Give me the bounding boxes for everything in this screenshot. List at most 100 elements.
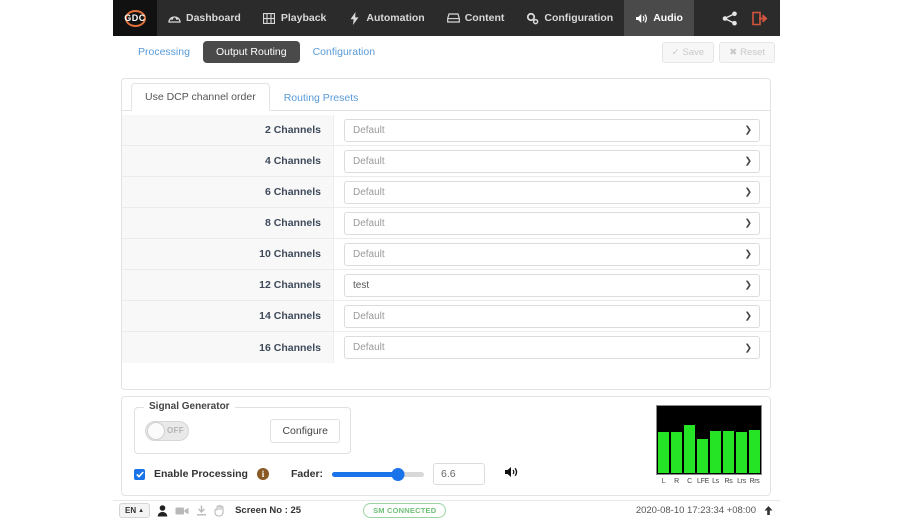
nav-item-content[interactable]: Content	[436, 0, 516, 36]
card-tab-bar: Use DCP channel order Routing Presets	[122, 79, 770, 111]
channel-field: Default ❯	[334, 146, 770, 176]
logout-icon[interactable]	[746, 0, 774, 36]
vu-level	[710, 431, 721, 473]
sub-navigation: Processing Output Routing Configuration …	[113, 38, 780, 66]
app-root: GDC Dashboard Playback Automation	[0, 0, 924, 520]
vu-level	[658, 432, 669, 473]
status-badge: SM CONNECTED	[363, 503, 446, 518]
routing-select-4-channels[interactable]: Default ❯	[344, 150, 760, 173]
channel-label: 2 Channels	[122, 115, 334, 145]
routing-select-14-channels[interactable]: Default ❯	[344, 305, 760, 328]
fader-label: Fader:	[291, 468, 323, 480]
nav-label-playback: Playback	[281, 12, 327, 24]
card-tab-use-dcp-channel-order[interactable]: Use DCP channel order	[131, 83, 270, 111]
signal-generator-group: Signal Generator OFF Configure	[134, 407, 351, 454]
vu-level	[749, 430, 760, 473]
vu-bar-c	[684, 407, 695, 473]
routing-select-12-channels[interactable]: test ❯	[344, 274, 760, 297]
routing-select-16-channels[interactable]: Default ❯	[344, 336, 760, 359]
vu-meter-labels: L R C LFE Ls Rs Lrs Rrs	[658, 478, 760, 485]
audio-controls-panel: Signal Generator OFF Configure Enable Pr…	[121, 396, 771, 496]
routing-select-10-channels[interactable]: Default ❯	[344, 243, 760, 266]
table-row: 4 Channels Default ❯	[122, 146, 770, 177]
nav-label-audio: Audio	[653, 12, 683, 24]
nav-label-content: Content	[465, 12, 505, 24]
card-tab-routing-presets[interactable]: Routing Presets	[270, 84, 373, 111]
subtab-configuration[interactable]: Configuration	[300, 41, 388, 63]
vu-label-c: C	[684, 478, 695, 485]
slider-thumb[interactable]	[392, 468, 405, 481]
chevron-down-icon: ❯	[744, 188, 752, 197]
vu-label-ls: Ls	[710, 478, 721, 485]
signal-generator-toggle[interactable]: OFF	[145, 421, 189, 441]
channel-field: test ❯	[334, 270, 770, 300]
routing-select-value: Default	[353, 311, 385, 322]
chevron-down-icon: ❯	[744, 219, 752, 228]
channel-field: Default ❯	[334, 208, 770, 238]
output-routing-card: Use DCP channel order Routing Presets 2 …	[121, 78, 771, 390]
subtab-output-routing[interactable]: Output Routing	[203, 41, 300, 63]
toggle-state-label: OFF	[167, 426, 184, 435]
routing-select-value: Default	[353, 249, 385, 260]
arrow-up-icon[interactable]	[763, 505, 774, 516]
channel-label: 8 Channels	[122, 208, 334, 238]
chevron-down-icon: ❯	[744, 343, 752, 352]
routing-select-2-channels[interactable]: Default ❯	[344, 119, 760, 142]
vu-level	[671, 432, 682, 473]
table-row: 12 Channels test ❯	[122, 270, 770, 301]
routing-select-8-channels[interactable]: Default ❯	[344, 212, 760, 235]
volume-icon[interactable]	[504, 465, 519, 483]
navbar-actions	[716, 0, 780, 36]
table-row: 2 Channels Default ❯	[122, 115, 770, 146]
configure-button[interactable]: Configure	[270, 419, 340, 443]
vu-label-r: R	[671, 478, 682, 485]
vu-label-lrs: Lrs	[736, 478, 747, 485]
user-icon[interactable]	[157, 505, 168, 517]
nav-item-audio[interactable]: Audio	[624, 0, 694, 36]
nav-item-dashboard[interactable]: Dashboard	[157, 0, 252, 36]
status-bar: EN ▲ Screen No : 25 SM CONNECTED 2020-08…	[113, 500, 780, 520]
routing-select-6-channels[interactable]: Default ❯	[344, 181, 760, 204]
share-icon[interactable]	[716, 0, 744, 36]
nav-item-automation[interactable]: Automation	[337, 0, 435, 36]
reset-button[interactable]: ✖ Reset	[719, 42, 775, 63]
slider-fill	[332, 472, 398, 477]
channel-field: Default ❯	[334, 177, 770, 207]
timestamp: 2020-08-10 17:23:34 +08:00	[636, 505, 756, 516]
panel-left-section: Signal Generator OFF Configure Enable Pr…	[122, 397, 648, 495]
caret-up-icon: ▲	[138, 508, 144, 514]
check-icon: ✓	[672, 47, 680, 58]
screen-number: Screen No : 25	[235, 505, 301, 516]
vu-meter-bars	[656, 405, 762, 475]
nav-item-configuration[interactable]: Configuration	[515, 0, 624, 36]
camera-icon[interactable]	[175, 506, 189, 516]
brand-logo[interactable]: GDC	[113, 0, 157, 36]
enable-processing-label: Enable Processing	[154, 468, 248, 480]
subtab-processing[interactable]: Processing	[125, 41, 203, 63]
vu-meter: L R C LFE Ls Rs Lrs Rrs	[648, 397, 770, 495]
vu-level	[697, 439, 708, 473]
nav-item-playback[interactable]: Playback	[252, 0, 338, 36]
info-icon[interactable]: i	[257, 468, 269, 480]
download-icon[interactable]	[196, 505, 207, 516]
brand-text: GDC	[124, 13, 146, 23]
speaker-icon	[635, 12, 648, 25]
channel-label: 14 Channels	[122, 301, 334, 331]
table-row: 10 Channels Default ❯	[122, 239, 770, 270]
channel-label: 12 Channels	[122, 270, 334, 300]
hand-icon[interactable]	[214, 505, 225, 517]
routing-select-value: Default	[353, 156, 385, 167]
vu-level	[684, 425, 695, 473]
fader-slider[interactable]	[332, 466, 424, 482]
enable-processing-checkbox[interactable]	[134, 469, 145, 480]
fader-value-input[interactable]: 6.6	[433, 463, 485, 485]
channel-field: Default ❯	[334, 239, 770, 269]
language-selector[interactable]: EN ▲	[119, 503, 150, 518]
channel-field: Default ❯	[334, 115, 770, 145]
reset-button-label: Reset	[740, 47, 765, 58]
navbar-spacer	[694, 0, 716, 36]
save-button[interactable]: ✓ Save	[662, 42, 715, 63]
table-row: 8 Channels Default ❯	[122, 208, 770, 239]
language-label: EN	[125, 506, 136, 515]
vu-label-lfe: LFE	[697, 478, 708, 485]
